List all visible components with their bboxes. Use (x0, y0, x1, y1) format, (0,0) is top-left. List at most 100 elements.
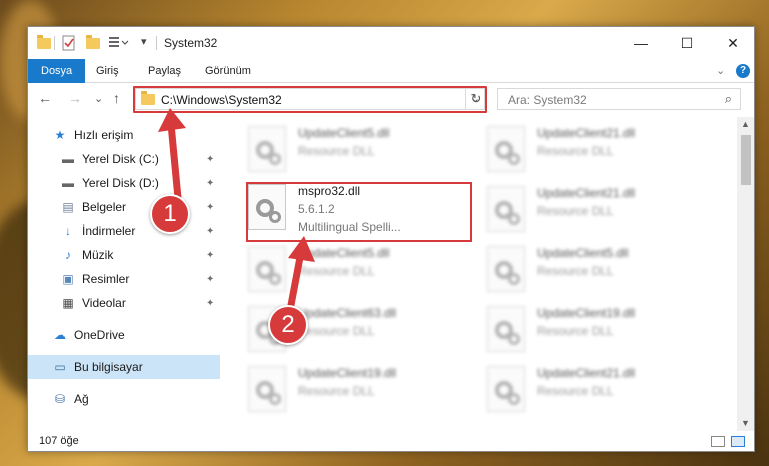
ribbon: Dosya Giriş Paylaş Görünüm ⌄ ? (28, 59, 754, 83)
dll-file-icon (487, 126, 525, 172)
sidebar-item-quick-access[interactable]: ★ Hızlı erişim (28, 123, 220, 147)
download-icon: ↓ (65, 224, 71, 238)
sidebar-item-disk-c[interactable]: ▬ Yerel Disk (C:) ✦ (28, 147, 220, 171)
file-description: Resource DLL (298, 264, 375, 278)
sidebar-item-label: Belgeler (82, 200, 127, 214)
tab-paylas[interactable]: Paylaş (135, 59, 194, 83)
file-item[interactable]: UpdateClient5.dll Resource DLL (487, 242, 707, 298)
item-count: 107 öğe (39, 435, 79, 447)
sidebar-item-label: OneDrive (74, 328, 125, 342)
dll-file-icon (248, 246, 286, 292)
highlight-file-box (246, 182, 472, 242)
sidebar-item-label: Yerel Disk (D:) (82, 176, 159, 190)
sidebar-item-disk-d[interactable]: ▬ Yerel Disk (D:) ✦ (28, 171, 220, 195)
customize-toolbar-icon[interactable] (108, 35, 136, 51)
title-separator (156, 36, 157, 50)
file-description: Resource DLL (537, 204, 614, 218)
file-item[interactable]: UpdateClient5.dll Resource DLL (248, 122, 468, 178)
pin-icon: ✦ (206, 153, 215, 165)
chevron-down-icon[interactable]: ▾ (141, 35, 147, 51)
tab-dosya[interactable]: Dosya (28, 59, 86, 83)
recent-locations-button[interactable]: ⌄ (94, 92, 103, 105)
file-name: UpdateClient5.dll (298, 246, 390, 260)
vertical-scrollbar[interactable]: ▲ ▼ (737, 117, 754, 432)
new-folder-icon[interactable] (86, 35, 100, 51)
scroll-down-icon[interactable]: ▼ (741, 418, 750, 428)
sidebar-item-documents[interactable]: ▤ Belgeler ✦ (28, 195, 220, 219)
search-placeholder: Ara: System32 (508, 93, 587, 107)
title-separator (54, 36, 55, 50)
sidebar-item-downloads[interactable]: ↓ İndirmeler ✦ (28, 219, 220, 243)
drive-icon: ▬ (62, 176, 74, 190)
search-input[interactable]: Ara: System32 ⌕ (497, 88, 741, 110)
sidebar-item-label: İndirmeler (82, 224, 136, 238)
documents-icon: ▤ (62, 200, 74, 214)
cloud-icon: ☁ (54, 328, 66, 342)
forward-button[interactable]: → (68, 90, 82, 106)
sidebar-item-network[interactable]: ⛁ Ağ (28, 387, 220, 411)
tab-giris[interactable]: Giriş (83, 59, 132, 83)
file-description: Resource DLL (537, 384, 614, 398)
help-icon[interactable]: ? (736, 64, 750, 78)
file-description: Resource DLL (537, 264, 614, 278)
file-description: Resource DLL (537, 324, 614, 338)
file-item[interactable]: UpdateClient21.dll Resource DLL (487, 182, 707, 238)
file-description: Resource DLL (537, 144, 614, 158)
title-bar: ▾ System32 — ☐ ✕ (28, 27, 754, 59)
file-item[interactable]: UpdateClient5.dll Resource DLL (248, 242, 468, 298)
sidebar-item-label: Müzik (82, 248, 114, 262)
network-icon: ⛁ (54, 392, 66, 406)
file-item[interactable]: UpdateClient21.dll Resource DLL (487, 362, 707, 418)
computer-icon: ▭ (54, 360, 66, 374)
file-name: UpdateClient21.dll (537, 126, 636, 140)
sidebar-item-onedrive[interactable]: ☁ OneDrive (28, 323, 220, 347)
file-name: UpdateClient21.dll (537, 186, 636, 200)
back-button[interactable]: ← (38, 90, 52, 106)
file-name: UpdateClient5.dll (537, 246, 629, 260)
dll-file-icon (487, 186, 525, 232)
pictures-icon: ▣ (62, 272, 74, 286)
star-icon: ★ (54, 128, 66, 142)
scroll-up-icon[interactable]: ▲ (741, 119, 750, 129)
window-title: System32 (164, 36, 218, 50)
file-name: UpdateClient63.dll (298, 306, 397, 320)
pin-icon: ✦ (206, 249, 215, 261)
file-name: UpdateClient21.dll (537, 366, 636, 380)
tab-gorunum[interactable]: Görünüm (192, 59, 264, 83)
details-view-icon[interactable] (711, 436, 725, 447)
pin-icon: ✦ (206, 297, 215, 309)
sidebar-item-music[interactable]: ♪ Müzik ✦ (28, 243, 220, 267)
dll-file-icon (248, 126, 286, 172)
file-name: UpdateClient5.dll (298, 126, 390, 140)
file-description: Resource DLL (298, 144, 375, 158)
tiles-view-icon[interactable] (731, 436, 745, 447)
file-list: UpdateClient5.dll Resource DLL mspro32.d… (224, 118, 738, 428)
up-button[interactable]: ↑ (113, 90, 120, 106)
sidebar-item-this-pc[interactable]: ▭ Bu bilgisayar (28, 355, 220, 379)
ribbon-expand-icon[interactable]: ⌄ (716, 64, 725, 77)
scroll-thumb[interactable] (741, 135, 751, 185)
pin-icon: ✦ (206, 201, 215, 213)
sidebar-item-label: Resimler (82, 272, 130, 286)
search-icon: ⌕ (724, 91, 732, 106)
status-bar: 107 öğe (28, 431, 754, 451)
close-button[interactable]: ✕ (710, 27, 754, 59)
sidebar-item-pictures[interactable]: ▣ Resimler ✦ (28, 267, 220, 291)
pin-icon: ✦ (206, 273, 215, 285)
minimize-button[interactable]: — (618, 27, 664, 59)
navigation-bar: ← → ⌄ ↑ C:\Windows\System32 ⌄ ↻ Ara: Sys… (28, 84, 754, 116)
video-icon: ▦ (62, 296, 74, 310)
maximize-button[interactable]: ☐ (664, 27, 710, 59)
file-item[interactable]: UpdateClient21.dll Resource DLL (487, 122, 707, 178)
file-item[interactable]: UpdateClient19.dll Resource DLL (248, 362, 468, 418)
pin-icon: ✦ (206, 225, 215, 237)
sidebar-item-videos[interactable]: ▦ Videolar ✦ (28, 291, 220, 315)
properties-icon[interactable] (62, 35, 76, 51)
dll-file-icon (487, 366, 525, 412)
file-item[interactable]: UpdateClient19.dll Resource DLL (487, 302, 707, 358)
sidebar-item-label: Ağ (74, 392, 89, 406)
dll-file-icon (487, 246, 525, 292)
dll-file-icon (248, 366, 286, 412)
sidebar-item-label: Videolar (82, 296, 126, 310)
step-badge-2: 2 (268, 305, 308, 345)
